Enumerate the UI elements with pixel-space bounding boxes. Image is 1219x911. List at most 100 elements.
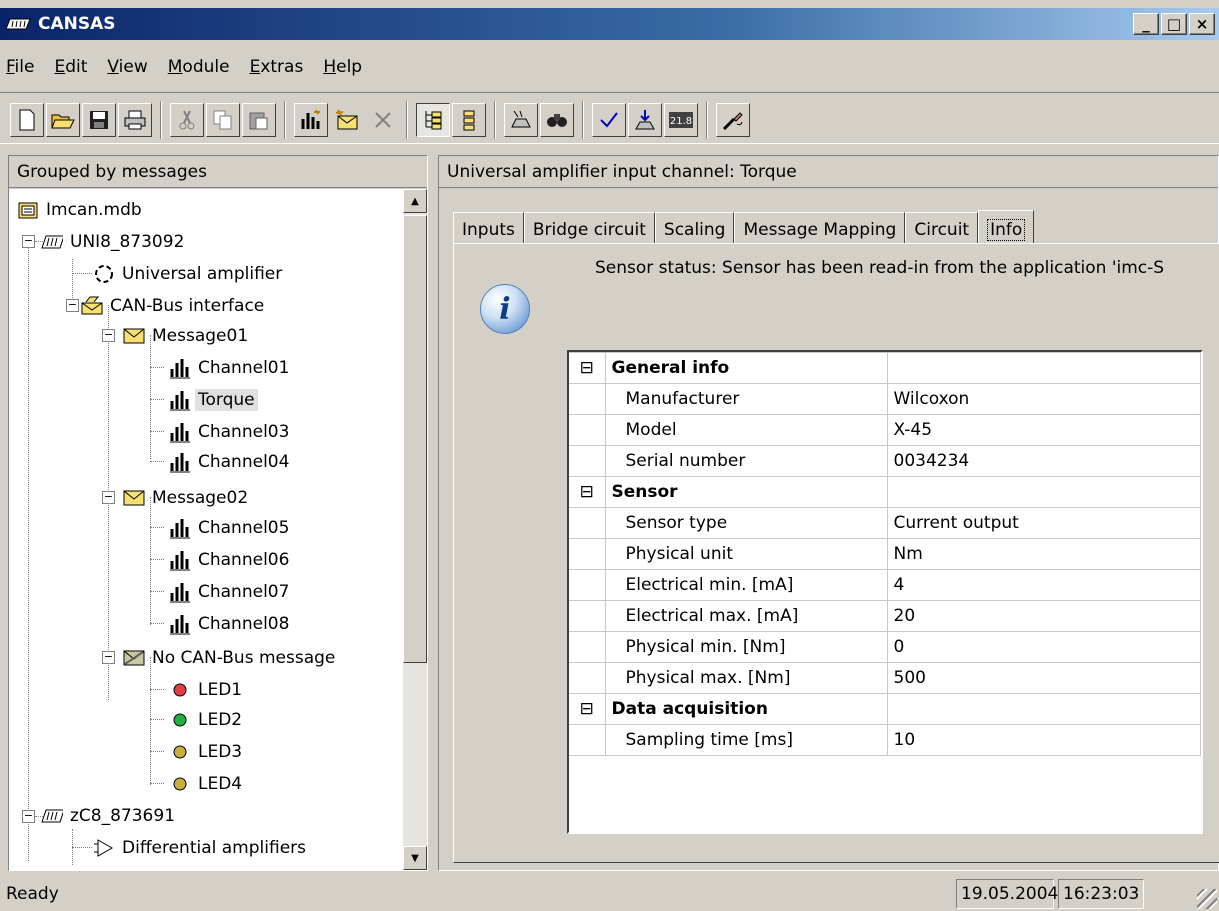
message-icon (123, 325, 145, 347)
tree-node-channel06[interactable]: Channel06 (169, 545, 292, 575)
close-button[interactable]: × (1189, 13, 1215, 35)
add-message-icon[interactable] (330, 103, 364, 137)
tree-node-led3[interactable]: LED3 (169, 737, 245, 767)
copy-icon[interactable] (206, 103, 240, 137)
resize-grip-icon[interactable] (1197, 889, 1217, 909)
grid-category-general-info[interactable]: ⊟ General info (569, 352, 1201, 384)
menu-help[interactable]: Help (323, 57, 362, 77)
grid-row[interactable]: Physical min. [Nm] 0 (569, 631, 1201, 663)
menu-file[interactable]: File (6, 57, 34, 77)
property-grid[interactable]: ⊟ General info Manufacturer Wilcoxon Model… (567, 350, 1203, 834)
menu-edit[interactable]: Edit (54, 57, 87, 77)
tree-node-led1[interactable]: LED1 (169, 675, 245, 705)
find-icon[interactable] (540, 103, 574, 137)
expander-message02[interactable]: − (102, 491, 115, 504)
detail-pane-header: Universal amplifier input channel: Torqu… (439, 156, 1218, 188)
tree-node-uni8[interactable]: UNI8_873092 (41, 227, 187, 257)
tree-node-zc8[interactable]: zC8_873691 (41, 801, 178, 831)
maximize-button[interactable]: □ (1161, 13, 1187, 35)
info-tab-panel: Sensor status: Sensor has been read-in f… (453, 243, 1219, 863)
minimize-button[interactable]: _ (1133, 13, 1159, 35)
tree-node-no-canbus-message[interactable]: No CAN-Bus message (123, 643, 338, 673)
tree-view-icon[interactable] (416, 103, 450, 137)
paste-icon[interactable] (242, 103, 276, 137)
scroll-up-button[interactable]: ▲ (403, 189, 427, 213)
tree-node-canbus[interactable]: CAN-Bus interface (81, 291, 267, 321)
properties-icon[interactable] (716, 103, 750, 137)
open-icon[interactable] (46, 103, 80, 137)
menu-view[interactable]: View (107, 57, 147, 77)
tab-message-mapping[interactable]: Message Mapping (734, 212, 906, 246)
toolbar: 21.8 (0, 92, 1219, 144)
tab-circuit[interactable]: Circuit (905, 212, 979, 246)
expander-uni8[interactable]: − (22, 235, 35, 248)
tree-node-led4[interactable]: LED4 (169, 769, 245, 799)
expander-zc8[interactable]: − (22, 810, 35, 823)
integrate-icon[interactable] (504, 103, 538, 137)
collapse-icon[interactable]: ⊟ (569, 476, 606, 508)
grid-row[interactable]: Manufacturer Wilcoxon (569, 383, 1201, 415)
menu-extras[interactable]: Extras (250, 57, 304, 77)
tree-node-torque[interactable]: Torque (169, 385, 258, 415)
channel-icon (169, 451, 191, 473)
scroll-thumb[interactable] (403, 215, 427, 663)
tree-node-message02[interactable]: Message02 (123, 483, 251, 513)
delete-icon[interactable] (366, 103, 400, 137)
collapse-icon[interactable]: ⊟ (569, 693, 606, 725)
tree-node-channel05[interactable]: Channel05 (169, 513, 292, 543)
tab-inputs[interactable]: Inputs (453, 212, 524, 246)
tree-node-message01[interactable]: Message01 (123, 321, 251, 351)
grid-row[interactable]: Physical max. [Nm] 500 (569, 662, 1201, 694)
app-icon (6, 15, 34, 33)
grid-row[interactable]: Physical unit Nm (569, 538, 1201, 570)
amplifier-icon (93, 263, 115, 285)
tree-node-channel03[interactable]: Channel03 (169, 417, 292, 447)
new-icon[interactable] (10, 103, 44, 137)
tree-node-universal-amplifier[interactable]: Universal amplifier (93, 259, 285, 289)
channel-icon (169, 357, 191, 379)
diff-amplifier-icon (93, 837, 115, 859)
tree-node-differential-amplifiers[interactable]: Differential amplifiers (93, 833, 309, 863)
tree-node-channel08[interactable]: Channel08 (169, 609, 292, 639)
expander-canbus[interactable]: − (66, 299, 79, 312)
tree-scrollbar[interactable]: ▲ ▼ (403, 189, 427, 870)
tab-bridge-circuit[interactable]: Bridge circuit (523, 212, 655, 246)
grid-row[interactable]: Serial number 0034234 (569, 445, 1201, 477)
download-icon[interactable] (628, 103, 662, 137)
scroll-down-button[interactable]: ▼ (403, 846, 427, 870)
collapse-icon[interactable]: ⊟ (569, 352, 606, 384)
tree-node-channel07[interactable]: Channel07 (169, 577, 292, 607)
grid-category-data-acquisition[interactable]: ⊟ Data acquisition (569, 693, 1201, 725)
expander-message01[interactable]: − (102, 329, 115, 342)
grid-row[interactable]: Electrical max. [mA] 20 (569, 600, 1201, 632)
tree-node-led2[interactable]: LED2 (169, 705, 245, 735)
module-icon (41, 231, 63, 253)
grid-row[interactable]: Model X-45 (569, 414, 1201, 446)
grid-row[interactable]: Electrical min. [mA] 4 (569, 569, 1201, 601)
tab-scaling[interactable]: Scaling (654, 212, 735, 246)
tree-pane: Grouped by messages − − − − − − Imcan.md… (8, 155, 428, 871)
detail-pane: Universal amplifier input channel: Torqu… (438, 155, 1219, 871)
cut-icon[interactable] (170, 103, 204, 137)
tree-node-channel04[interactable]: Channel04 (169, 447, 292, 477)
app-window: CANSAS _ □ × File Edit View Module Extra… (0, 0, 1219, 911)
led-green-icon (169, 709, 191, 731)
database-icon (17, 199, 39, 221)
expander-no-message[interactable]: − (102, 651, 115, 664)
tree-node-channel01[interactable]: Channel01 (169, 353, 292, 383)
grid-row[interactable]: Sampling time [ms] 10 (569, 724, 1201, 756)
no-message-icon (123, 647, 145, 669)
grid-row[interactable]: Sensor type Current output (569, 507, 1201, 539)
grid-category-sensor[interactable]: ⊟ Sensor (569, 476, 1201, 508)
print-icon[interactable] (118, 103, 152, 137)
title-bar[interactable]: CANSAS _ □ × (0, 8, 1219, 40)
save-icon[interactable] (82, 103, 116, 137)
info-icon: i (480, 284, 530, 334)
message-tree[interactable]: − − − − − − Imcan.mdb UNI8_873092 Univer… (9, 189, 403, 870)
add-channel-icon[interactable] (294, 103, 328, 137)
list-view-icon[interactable] (452, 103, 486, 137)
measure-icon[interactable]: 21.8 (664, 103, 698, 137)
check-icon[interactable] (592, 103, 626, 137)
tree-node-database[interactable]: Imcan.mdb (17, 195, 145, 225)
menu-module[interactable]: Module (168, 57, 230, 77)
